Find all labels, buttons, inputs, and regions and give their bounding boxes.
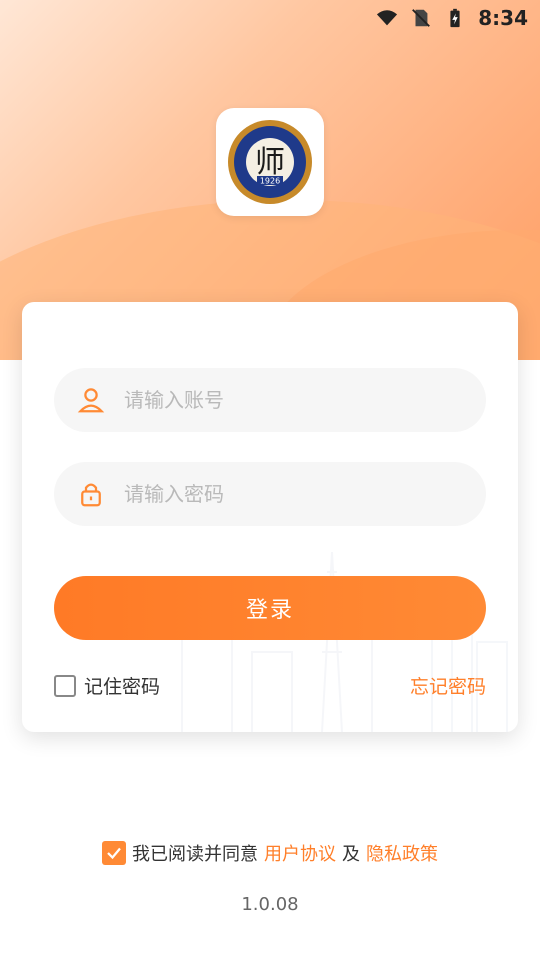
wifi-icon bbox=[377, 10, 398, 26]
user-agreement-link[interactable]: 用户协议 bbox=[264, 840, 336, 866]
app-version: 1.0.08 bbox=[241, 894, 299, 915]
account-field[interactable] bbox=[54, 368, 486, 432]
remember-label: 记住密码 bbox=[84, 676, 161, 698]
agree-prefix: 我已阅读并同意 bbox=[132, 844, 258, 865]
battery-charging-icon bbox=[450, 8, 460, 28]
account-input[interactable] bbox=[122, 387, 486, 413]
privacy-policy-link[interactable]: 隐私政策 bbox=[366, 840, 438, 866]
agree-checkbox[interactable] bbox=[102, 841, 126, 865]
lock-icon bbox=[81, 483, 101, 507]
agreement-row: 我已阅读并同意 用户协议 及 隐私政策 bbox=[0, 840, 540, 866]
no-sim-icon bbox=[412, 9, 431, 27]
status-time: 8:34 bbox=[478, 6, 528, 30]
school-seal-icon: 师 1926 bbox=[228, 120, 312, 204]
login-button[interactable]: 登录 bbox=[54, 576, 486, 640]
svg-text:师: 师 bbox=[255, 145, 285, 180]
check-icon bbox=[107, 847, 121, 860]
app-logo: 师 1926 bbox=[216, 108, 324, 216]
remember-checkbox[interactable] bbox=[54, 674, 76, 697]
remember-password[interactable]: 记住密码 bbox=[54, 672, 160, 699]
agree-and: 及 bbox=[342, 844, 360, 865]
user-icon bbox=[77, 388, 105, 413]
password-field[interactable] bbox=[54, 462, 486, 526]
login-card: 登录 记住密码 忘记密码 bbox=[22, 302, 518, 732]
password-input[interactable] bbox=[122, 481, 486, 507]
status-bar: 8:34 bbox=[0, 0, 540, 36]
logo-year: 1926 bbox=[260, 177, 280, 186]
forgot-password-link[interactable]: 忘记密码 bbox=[410, 672, 486, 699]
